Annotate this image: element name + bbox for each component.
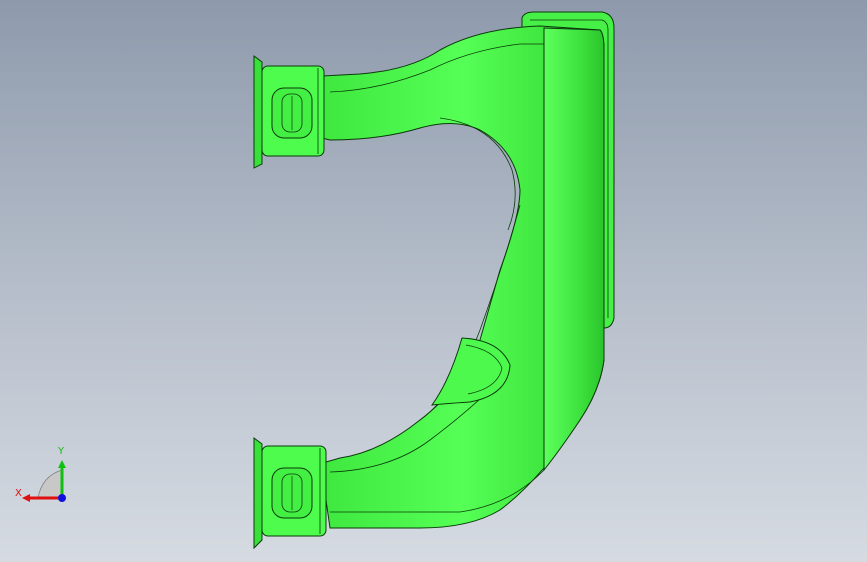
manifold-part-model[interactable] xyxy=(0,0,867,562)
y-axis-label: Y xyxy=(57,446,65,457)
x-axis-arrowhead xyxy=(22,494,30,502)
top-port[interactable] xyxy=(253,55,325,169)
graphics-viewport[interactable]: X Y xyxy=(0,0,867,562)
y-axis-arrowhead xyxy=(58,460,66,468)
coordinate-triad: X Y xyxy=(15,446,66,502)
x-axis-label: X xyxy=(15,488,22,499)
plenum-side-face xyxy=(543,27,605,472)
bottom-port[interactable] xyxy=(253,437,327,550)
triad-plane-icon xyxy=(37,469,63,499)
z-axis-dot xyxy=(58,494,66,502)
